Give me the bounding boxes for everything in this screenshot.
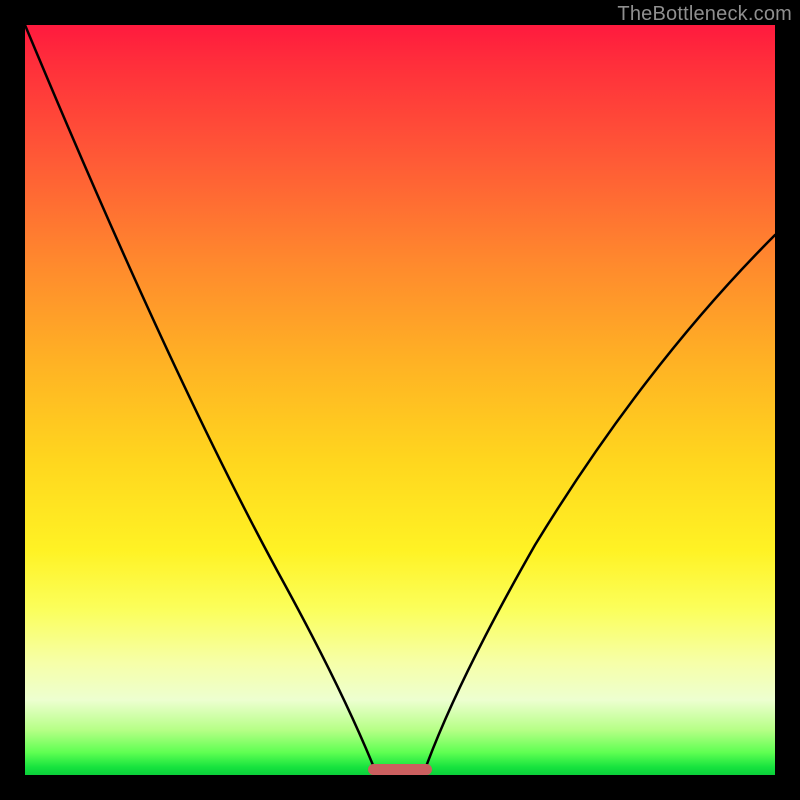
gradient-background (25, 25, 775, 775)
chart-frame: TheBottleneck.com (0, 0, 800, 800)
trough-marker (368, 764, 432, 775)
plot-area (25, 25, 775, 775)
watermark-text: TheBottleneck.com (617, 3, 792, 26)
